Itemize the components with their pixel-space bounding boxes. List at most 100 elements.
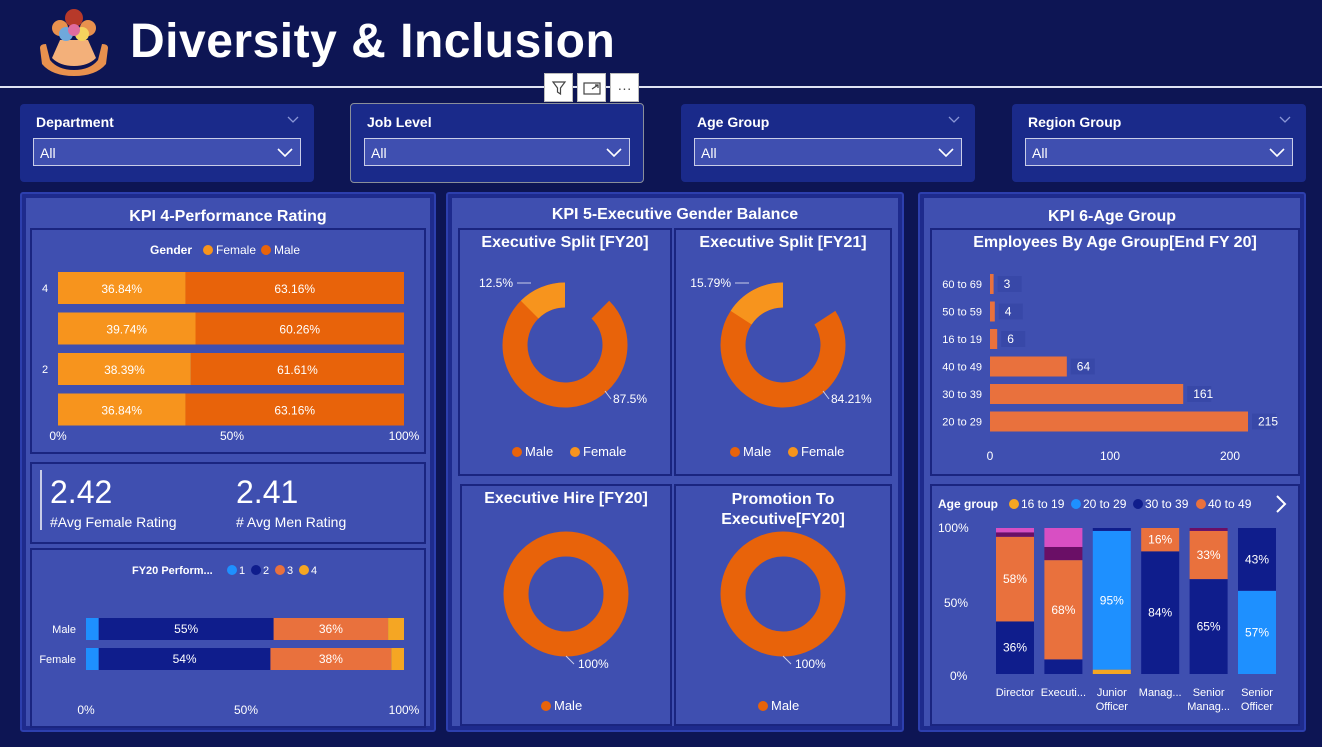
- y-tick: 0%: [950, 669, 968, 683]
- legend-dot-40-49: [1196, 499, 1206, 509]
- leader-line: [604, 390, 612, 400]
- chevron-down-icon: [1269, 148, 1285, 158]
- kpi4-panel-body: KPI 4-Performance Rating Gender Female M…: [26, 198, 430, 728]
- legend-label: 1: [239, 565, 245, 577]
- legend-dot-30-39: [1133, 499, 1143, 509]
- bar-label-female: 39.74%: [106, 323, 147, 337]
- legend-label: 40 to 49: [1208, 497, 1252, 511]
- x-tick: Manag...: [1139, 687, 1182, 699]
- bar-label-female: 38.39%: [104, 363, 145, 377]
- card-title: Executive Split [FY20]: [481, 234, 649, 251]
- segment-label: 33%: [1197, 548, 1221, 562]
- stack-segment: [1044, 659, 1083, 674]
- focus-mode-icon[interactable]: [577, 73, 606, 102]
- performance-rating-svg: Gender Female Male 36.84% 63.16% 4 39.74% 60…: [42, 243, 420, 443]
- age-bar: [990, 274, 994, 294]
- kpi4-title: KPI 4-Performance Rating: [129, 208, 327, 225]
- employees-by-age-chart: Employees By Age Group[End FY 20] 60 to …: [930, 228, 1300, 476]
- legend-male-label: Male: [274, 243, 300, 257]
- slicer-age-group[interactable]: Age Group All: [681, 104, 975, 182]
- chevron-down-icon[interactable]: [1278, 112, 1292, 126]
- x-tick: Senior: [1193, 687, 1225, 699]
- legend-label: 30 to 39: [1145, 497, 1189, 511]
- y-tick: 20 to 29: [942, 417, 982, 429]
- kpi5-panel-body: KPI 5-Executive Gender Balance Executive…: [452, 198, 898, 726]
- donut-slice-female: [520, 282, 566, 319]
- slicer-job-level[interactable]: Job Level All: [350, 103, 644, 183]
- filter-icon[interactable]: [544, 73, 573, 102]
- stack-segment: [1044, 546, 1083, 561]
- visual-header-toolbar: ···: [544, 73, 639, 102]
- bar-label-male: 63.16%: [274, 404, 315, 418]
- segment-label: 57%: [1245, 625, 1269, 639]
- slicer-dropdown[interactable]: All: [33, 138, 301, 166]
- donut-slice-male: [720, 531, 846, 657]
- slicer-dropdown[interactable]: All: [364, 138, 630, 166]
- x-tick: Manag...: [1187, 701, 1230, 713]
- slicer-value: All: [701, 145, 717, 161]
- fy20-performance-chart: FY20 Perform... 1 2 3 4 Male 55% 36% Female…: [30, 548, 426, 728]
- legend-label: 3: [287, 565, 293, 577]
- header-divider: [0, 86, 1322, 88]
- legend-label: 20 to 29: [1083, 497, 1127, 511]
- stack-segment: [1092, 528, 1131, 531]
- stack-segment: [1092, 669, 1131, 674]
- x-tick: 0%: [77, 703, 95, 717]
- y-tick: 2: [42, 364, 48, 376]
- legend-male-label: Male: [743, 444, 771, 459]
- more-options-button[interactable]: ···: [610, 73, 639, 102]
- employees-by-age-svg: 60 to 69 3 50 to 59 4 16 to 19 6 40 to 49 64 30 …: [942, 274, 1278, 463]
- y-tick: 16 to 19: [942, 334, 982, 346]
- chevron-down-icon[interactable]: [947, 112, 961, 126]
- value-label: 6: [1007, 332, 1014, 346]
- slicer-title: Region Group: [1028, 114, 1122, 130]
- segment-label: 43%: [1245, 552, 1269, 566]
- x-tick: 0: [987, 449, 994, 463]
- x-tick: Officer: [1241, 701, 1274, 713]
- y-tick: 50%: [944, 596, 968, 610]
- legend-label: 4: [311, 565, 317, 577]
- slicer-dropdown[interactable]: All: [1025, 138, 1293, 166]
- kpi6-panel-body: KPI 6-Age Group Employees By Age Group[E…: [924, 198, 1300, 726]
- executive-split-fy20-card: Executive Split [FY20] 12.5% 87.5% Male Fem…: [458, 228, 672, 476]
- legend-male-dot: [512, 447, 522, 457]
- y-tick: 30 to 39: [942, 389, 982, 401]
- x-tick: 200: [1220, 449, 1240, 463]
- legend-label: 16 to 19: [1021, 497, 1065, 511]
- value-label: 161: [1193, 387, 1213, 401]
- donut-label-female: 15.79%: [690, 276, 731, 290]
- chevron-down-icon[interactable]: [286, 112, 300, 126]
- chevron-down-icon: [938, 148, 954, 158]
- chevron-down-icon: [277, 148, 293, 158]
- donut-label-male: 100%: [795, 657, 826, 671]
- x-tick: Executi...: [1041, 687, 1086, 699]
- y-tick: 4: [42, 283, 48, 295]
- age-group-stacked-chart: Age group 16 to 19 20 to 29 30 to 39 40 …: [930, 484, 1300, 726]
- chevron-down-icon: [606, 148, 622, 158]
- age-group-stacked-svg: Age group 16 to 19 20 to 29 30 to 39 40 …: [938, 495, 1287, 713]
- slicer-region-group[interactable]: Region Group All: [1012, 104, 1306, 182]
- segment-label: 58%: [1003, 572, 1027, 586]
- executive-hire-fy20-donut: 100% Male: [503, 531, 629, 713]
- bar-label-female: 36.84%: [101, 282, 142, 296]
- legend-title: Gender: [150, 243, 192, 257]
- segment-label: 36%: [319, 622, 343, 636]
- x-tick: Director: [996, 687, 1035, 699]
- legend-label: 2: [263, 565, 269, 577]
- x-tick: 100%: [389, 429, 420, 443]
- stack-segment: [1189, 528, 1228, 531]
- leader-line: [822, 390, 830, 400]
- slicer-dropdown[interactable]: All: [694, 138, 962, 166]
- bar-label-female: 36.84%: [101, 404, 142, 418]
- executive-hire-fy20-card: Executive Hire [FY20] 100% Male: [460, 484, 672, 726]
- slicer-department[interactable]: Department All: [20, 104, 314, 182]
- fy20-performance-svg: FY20 Perform... 1 2 3 4 Male 55% 36% Female…: [39, 565, 420, 717]
- segment-label: 95%: [1100, 593, 1124, 607]
- legend-next-icon[interactable]: [1276, 495, 1287, 513]
- stack-segment: [996, 532, 1034, 537]
- promotion-to-executive-card: Promotion To Executive[FY20] 100% Male: [674, 484, 892, 726]
- legend-female-label: Female: [801, 444, 844, 459]
- segment-label: 68%: [1051, 603, 1075, 617]
- bar-label-male: 61.61%: [277, 363, 318, 377]
- value-label: 64: [1077, 360, 1091, 374]
